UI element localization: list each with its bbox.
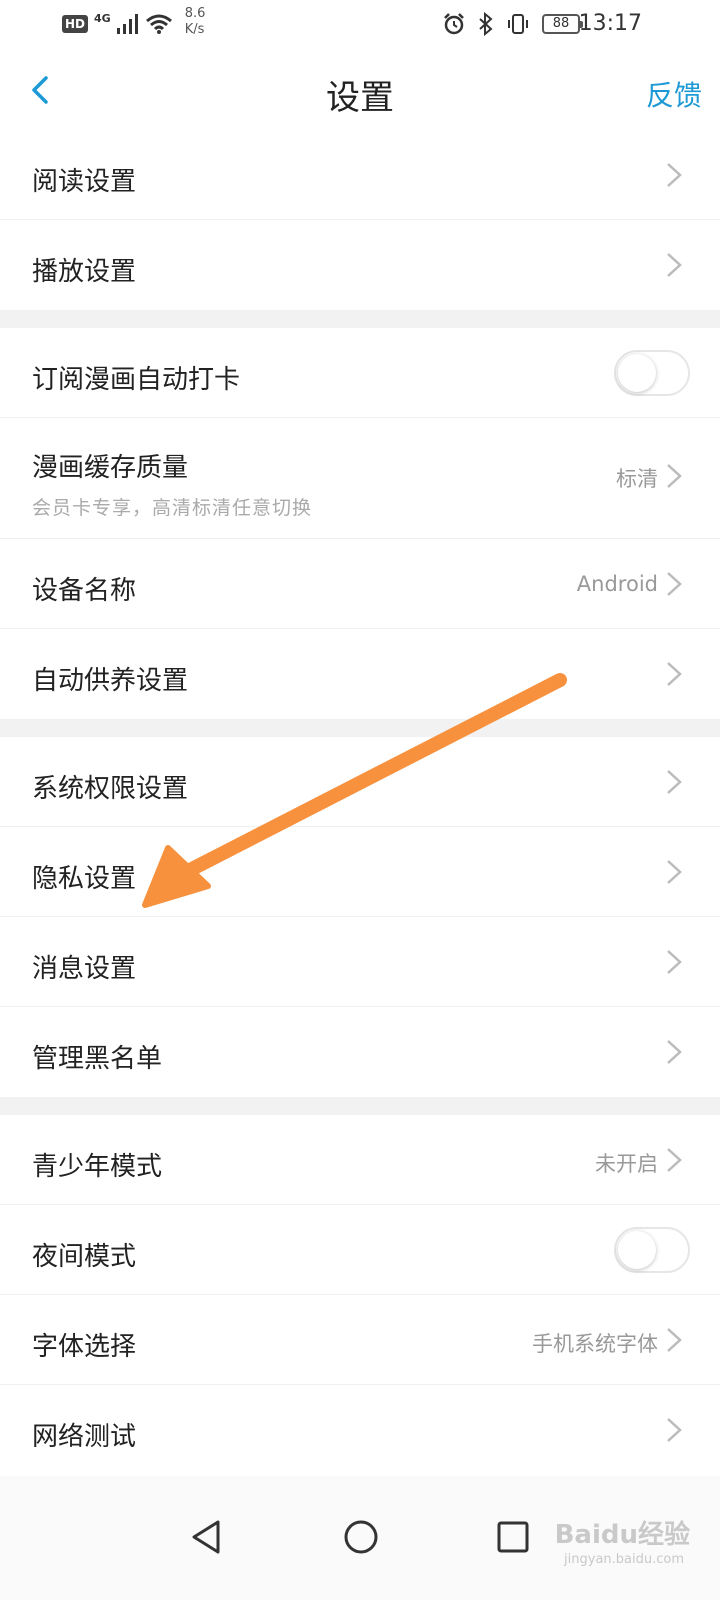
status-left: HD 4G 8.6 K/s bbox=[62, 6, 205, 38]
row-reading-settings[interactable]: 阅读设置 bbox=[0, 130, 720, 220]
row-value: 标清 bbox=[616, 467, 658, 491]
row-manage-blacklist[interactable]: 管理黑名单 bbox=[0, 1007, 720, 1097]
nav-bar: 设置 反馈 bbox=[0, 48, 720, 130]
row-label: 隐私设置 bbox=[32, 864, 137, 894]
row-auto-support[interactable]: 自动供养设置 bbox=[0, 629, 720, 719]
chevron-right-icon bbox=[667, 572, 682, 596]
row-cache-quality[interactable]: 漫画缓存质量 会员卡专享，高清标清任意切换 标清 bbox=[0, 418, 720, 539]
row-value: 未开启 bbox=[595, 1152, 658, 1176]
chevron-right-icon bbox=[667, 770, 682, 794]
chevron-right-icon bbox=[667, 1328, 682, 1352]
chevron-right-icon bbox=[667, 1418, 682, 1442]
chevron-right-icon bbox=[667, 1148, 682, 1172]
row-font-selection[interactable]: 字体选择 手机系统字体 bbox=[0, 1295, 720, 1385]
chevron-right-icon bbox=[667, 950, 682, 974]
row-value: Android bbox=[576, 572, 658, 596]
chevron-right-icon bbox=[667, 860, 682, 884]
row-network-test[interactable]: 网络测试 bbox=[0, 1385, 720, 1475]
system-home-icon[interactable] bbox=[336, 1512, 386, 1562]
row-label: 订阅漫画自动打卡 bbox=[32, 365, 241, 395]
section-divider bbox=[0, 719, 720, 737]
row-privacy-settings[interactable]: 隐私设置 bbox=[0, 827, 720, 917]
bluetooth-icon bbox=[479, 12, 493, 36]
toggle-knob bbox=[618, 354, 656, 392]
row-playback-settings[interactable]: 播放设置 bbox=[0, 220, 720, 310]
page-title: 设置 bbox=[326, 78, 394, 118]
chevron-right-icon bbox=[667, 163, 682, 187]
row-message-settings[interactable]: 消息设置 bbox=[0, 917, 720, 1007]
row-label: 青少年模式 bbox=[32, 1152, 163, 1182]
row-subtitle: 会员卡专享，高清标清任意切换 bbox=[32, 497, 313, 519]
row-label: 设备名称 bbox=[32, 576, 137, 606]
section-divider bbox=[0, 1097, 720, 1115]
chevron-right-icon bbox=[667, 1040, 682, 1064]
row-youth-mode[interactable]: 青少年模式 未开启 bbox=[0, 1115, 720, 1205]
section-divider bbox=[0, 310, 720, 328]
vibrate-icon bbox=[508, 14, 528, 34]
speed-unit: K/s bbox=[184, 22, 205, 37]
toggle-knob bbox=[618, 1231, 656, 1269]
status-bar: HD 4G 8.6 K/s 88 13:17 bbox=[0, 0, 720, 48]
watermark-logo: Baidu经验 bbox=[554, 1520, 690, 1550]
night-mode-toggle[interactable] bbox=[614, 1227, 690, 1273]
system-nav-bar: Baidu经验 jingyan.baidu.com bbox=[0, 1476, 720, 1600]
speed-value: 8.6 bbox=[184, 6, 206, 21]
row-auto-checkin: 订阅漫画自动打卡 bbox=[0, 328, 720, 418]
row-night-mode: 夜间模式 bbox=[0, 1205, 720, 1295]
auto-checkin-toggle[interactable] bbox=[614, 350, 690, 396]
system-back-icon[interactable] bbox=[182, 1512, 232, 1562]
row-label: 夜间模式 bbox=[32, 1242, 137, 1272]
row-system-permissions[interactable]: 系统权限设置 bbox=[0, 737, 720, 827]
network-type: 4G bbox=[94, 12, 111, 25]
watermark-url: jingyan.baidu.com bbox=[564, 1552, 684, 1567]
row-label: 系统权限设置 bbox=[32, 774, 189, 804]
row-label: 字体选择 bbox=[32, 1332, 137, 1362]
feedback-button[interactable]: 反馈 bbox=[646, 74, 702, 114]
network-speed: 8.6 K/s bbox=[185, 6, 206, 38]
row-label: 网络测试 bbox=[32, 1422, 137, 1452]
status-right-icons: 88 bbox=[442, 12, 583, 36]
settings-list: 阅读设置 播放设置 订阅漫画自动打卡 漫画缓存质量 会员卡专享，高清标清任意切换… bbox=[0, 130, 720, 1475]
status-time: 13:17 bbox=[578, 11, 642, 36]
wifi-icon bbox=[145, 14, 172, 34]
row-label: 阅读设置 bbox=[32, 167, 137, 197]
chevron-right-icon bbox=[667, 253, 682, 277]
alarm-icon bbox=[444, 13, 464, 35]
row-label: 管理黑名单 bbox=[32, 1044, 163, 1074]
row-value: 手机系统字体 bbox=[532, 1332, 658, 1356]
row-device-name[interactable]: 设备名称 Android bbox=[0, 539, 720, 629]
chevron-right-icon bbox=[667, 662, 682, 686]
row-label: 漫画缓存质量 bbox=[32, 453, 189, 483]
chevron-right-icon bbox=[667, 464, 682, 488]
signal-icon bbox=[116, 14, 138, 34]
system-recents-icon[interactable] bbox=[488, 1512, 538, 1562]
battery-indicator: 88 bbox=[542, 14, 583, 34]
row-label: 消息设置 bbox=[32, 954, 137, 984]
row-label: 自动供养设置 bbox=[32, 666, 189, 696]
row-label: 播放设置 bbox=[32, 257, 137, 287]
hd-badge: HD bbox=[62, 15, 89, 33]
settings-screen: HD 4G 8.6 K/s 88 13:17 设置 反馈 阅读设置 播放设置 订… bbox=[0, 0, 720, 1600]
